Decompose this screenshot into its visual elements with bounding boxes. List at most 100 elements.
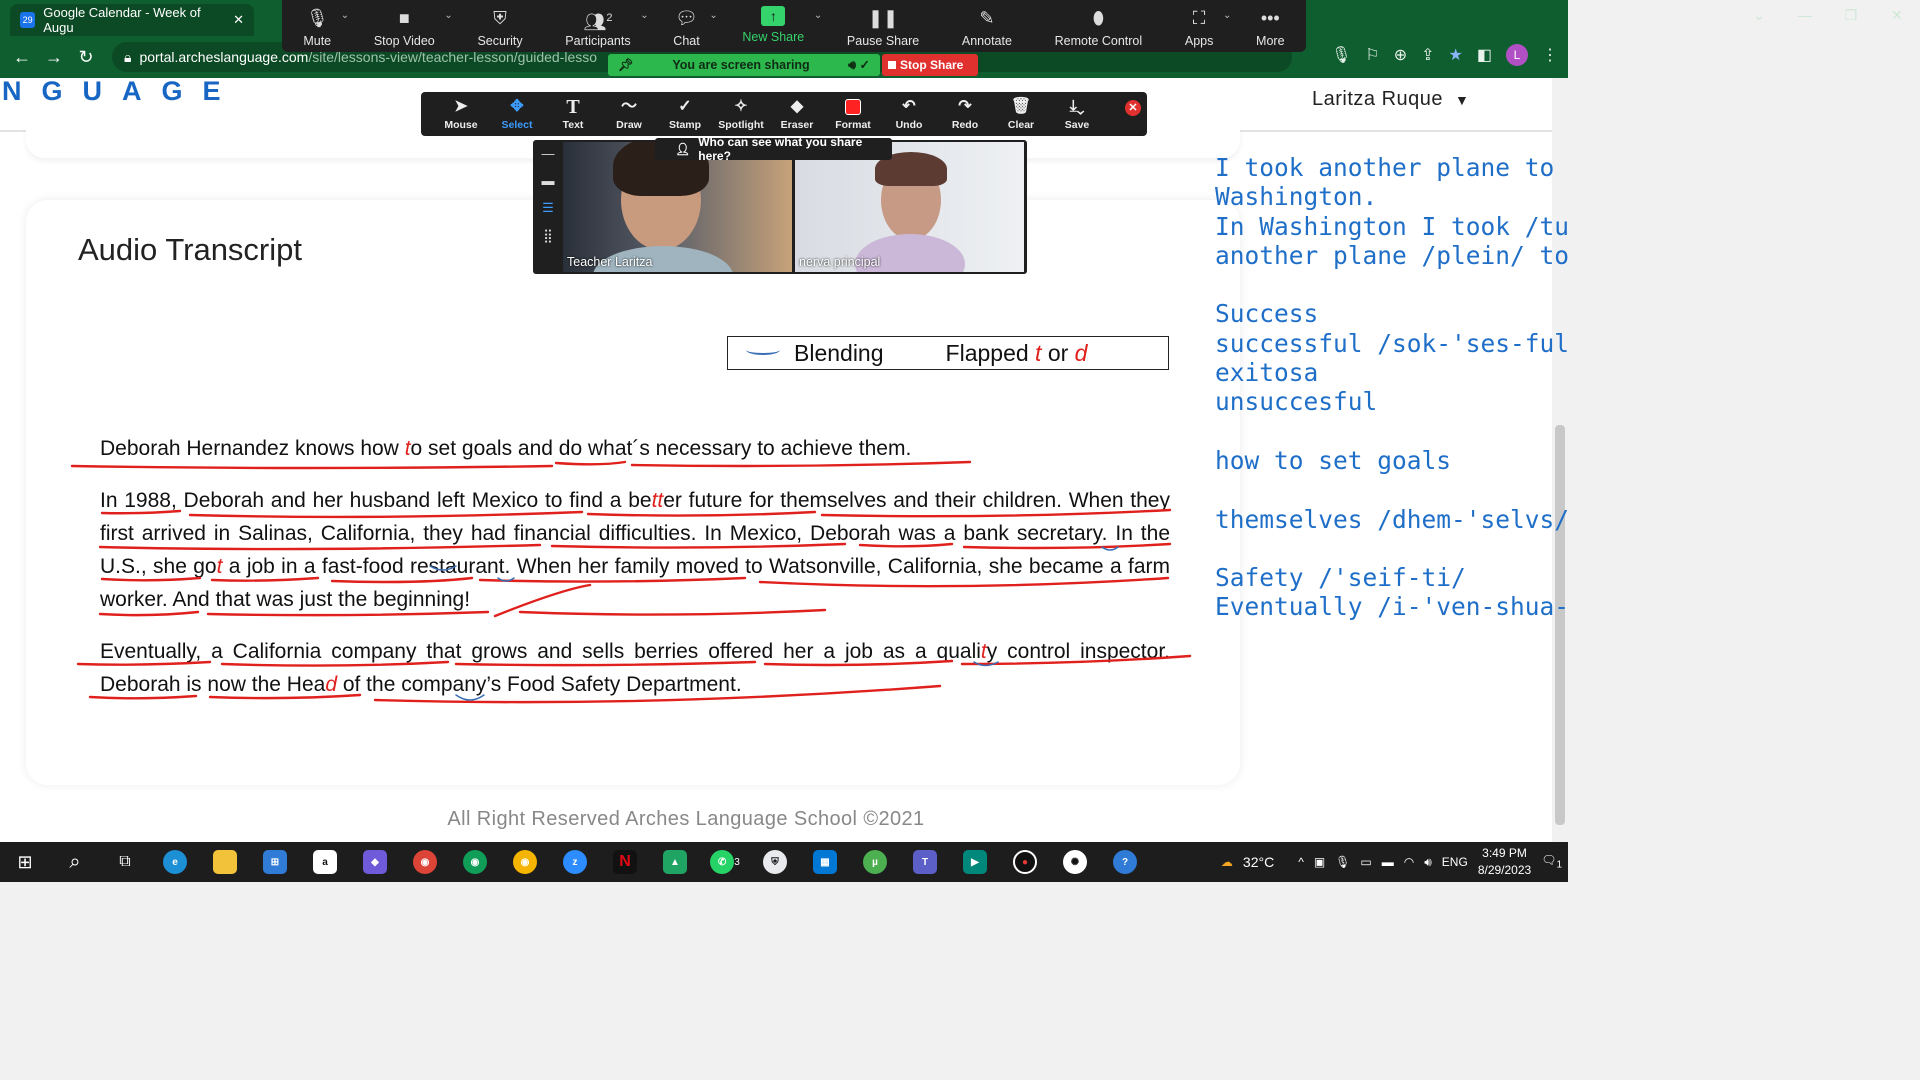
text-run: Deborah Hernandez knows how xyxy=(100,437,405,460)
annotate-tool-draw[interactable]: 〜 Draw xyxy=(601,97,657,131)
share-page-icon[interactable]: ⇪ xyxy=(1421,45,1434,65)
annotate-tool-text[interactable]: T Text xyxy=(545,97,601,131)
annotate-button[interactable]: ✎ Annotate xyxy=(962,6,1012,48)
search-icon[interactable]: ⌕ xyxy=(50,851,100,874)
apps-button[interactable]: ⛶ Apps ⌄ xyxy=(1185,6,1232,48)
pen-icon: ✎ xyxy=(979,8,995,28)
netflix-icon[interactable]: N xyxy=(600,850,650,874)
record-icon[interactable]: ● xyxy=(1000,850,1050,874)
tool-label: Format xyxy=(835,119,871,131)
minimize-video-icon[interactable]: — xyxy=(542,146,555,161)
close-tab-icon[interactable]: ✕ xyxy=(233,12,244,28)
chevron-down-icon[interactable]: ⌄ xyxy=(814,10,822,21)
mute-button[interactable]: 🎙︎ Mute ⌄ xyxy=(303,6,349,48)
weather-icon[interactable]: ☁ xyxy=(1221,855,1233,869)
security-button[interactable]: ⛨ Security xyxy=(477,6,522,48)
bookmark-star-icon[interactable]: ★ xyxy=(1449,45,1463,65)
speaker-icon[interactable]: 🔊︎ ✓ xyxy=(848,57,870,73)
tray-meet-icon[interactable]: ▭ xyxy=(1360,855,1371,869)
edge-icon[interactable]: e xyxy=(150,850,200,874)
chevron-down-icon[interactable]: ⌄ xyxy=(341,10,349,21)
user-menu[interactable]: Laritza Ruque ▼ xyxy=(1312,88,1469,111)
stop-share-button[interactable]: Stop Share xyxy=(882,54,978,76)
google-drive-icon[interactable]: ▲ xyxy=(650,850,700,874)
annotate-tool-select[interactable]: ✥ Select xyxy=(489,97,545,131)
side-panel-icon[interactable]: ◧ xyxy=(1477,45,1492,65)
vpn-icon[interactable]: ⛨ xyxy=(750,850,800,874)
single-view-icon[interactable]: ▬ xyxy=(542,173,555,188)
tool-label: Clear xyxy=(1007,119,1035,131)
annotate-tool-stamp[interactable]: ✓ Stamp xyxy=(657,97,713,131)
chevron-down-icon[interactable]: ⌄ xyxy=(1223,10,1231,21)
minimize-icon[interactable]: — xyxy=(1782,0,1828,30)
who-can-see-banner[interactable]: 👤︎ Who can see what you share here? xyxy=(655,135,892,163)
store-icon[interactable]: ⊞ xyxy=(250,850,300,874)
chevron-down-icon[interactable]: ⌄ xyxy=(709,10,717,21)
zoom-app-icon[interactable]: z xyxy=(550,850,600,874)
calculator-icon[interactable]: ▦ xyxy=(800,850,850,874)
chrome-profile-icon[interactable]: ◉ xyxy=(450,850,500,874)
chrome-profile-icon[interactable]: ◉ xyxy=(500,850,550,874)
browser-menu-icon[interactable]: ⋮ xyxy=(1542,45,1558,65)
tray-device-icon[interactable]: ▣ xyxy=(1314,855,1325,869)
teams-icon[interactable]: T xyxy=(900,850,950,874)
chrome-icon[interactable]: ◉ xyxy=(400,850,450,874)
chevron-down-icon[interactable]: ⌄ xyxy=(444,10,452,21)
copilot-icon[interactable]: ◆ xyxy=(350,850,400,874)
task-view-icon[interactable]: ⧉ xyxy=(100,853,150,871)
close-annotation-icon[interactable]: ✕ xyxy=(1125,100,1141,116)
reload-icon[interactable]: ↻ xyxy=(70,47,102,68)
annotate-tool-spotlight[interactable]: ✧ Spotlight xyxy=(713,97,769,131)
chevron-down-icon[interactable]: ⌄ xyxy=(640,10,648,21)
clock[interactable]: 3:49 PM 8/29/2023 xyxy=(1478,845,1531,879)
button-label: New Share xyxy=(742,30,805,44)
volume-icon[interactable]: 🔊︎ xyxy=(1424,855,1432,870)
battery-icon[interactable]: ▬ xyxy=(1382,855,1394,869)
tool-label: Undo xyxy=(895,119,923,131)
stop-video-button[interactable]: ■ Stop Video ⌄ xyxy=(374,6,453,48)
browser-tab-google-calendar[interactable]: 29 Google Calendar - Week of Augu ✕ xyxy=(10,4,254,36)
chat-button[interactable]: 💬︎ Chat ⌄ xyxy=(673,6,717,48)
input-language[interactable]: ENG xyxy=(1442,855,1468,869)
pin-icon[interactable]: 📌︎ xyxy=(618,58,634,73)
annotate-tool-eraser[interactable]: ◆ Eraser xyxy=(769,97,825,131)
amazon-icon[interactable]: a xyxy=(300,850,350,874)
help-icon[interactable]: ? xyxy=(1100,850,1150,874)
meet-icon[interactable]: ▶ xyxy=(950,850,1000,874)
remote-control-button[interactable]: ⬮ Remote Control xyxy=(1055,6,1143,48)
annotate-tool-clear[interactable]: 🗑︎ Clear xyxy=(993,97,1049,131)
clock-time: 3:49 PM xyxy=(1482,846,1527,860)
forward-arrow-icon[interactable]: → xyxy=(38,47,70,68)
new-share-button[interactable]: ↑ New Share ⌄ xyxy=(742,6,822,44)
translate-icon[interactable]: ⚐ xyxy=(1365,45,1379,65)
annotate-tool-save[interactable]: ⤓⌄ Save xyxy=(1049,97,1105,131)
zoom-lens-icon[interactable]: ⊕ xyxy=(1394,45,1407,65)
annotate-tool-format[interactable]: Format xyxy=(825,97,881,131)
chatgpt-icon[interactable]: ✺ xyxy=(1050,850,1100,874)
gallery-view-icon[interactable]: ⣿ xyxy=(543,228,553,244)
whatsapp-icon[interactable]: ✆ 3 xyxy=(700,850,750,874)
restore-icon[interactable]: ❐ xyxy=(1828,0,1874,30)
annotate-tool-undo[interactable]: ↶ Undo xyxy=(881,97,937,131)
tray-chevron-up-icon[interactable]: ^ xyxy=(1298,855,1304,869)
more-button[interactable]: ••• More xyxy=(1256,6,1284,48)
annotate-tool-mouse[interactable]: ➤ Mouse xyxy=(433,97,489,131)
participants-button[interactable]: 👥︎2 Participants ⌄ xyxy=(565,6,648,48)
tab-search-icon[interactable]: ⌄ xyxy=(1736,0,1782,30)
utorrent-icon[interactable]: µ xyxy=(850,850,900,874)
strip-view-icon[interactable]: ☰ xyxy=(542,200,554,216)
back-arrow-icon[interactable]: ← xyxy=(6,47,38,68)
mic-permission-icon[interactable]: 🎙︎ xyxy=(1331,45,1351,65)
tray-mic-icon[interactable]: 🎙︎ xyxy=(1335,855,1350,869)
notifications-icon[interactable]: 🗨︎1 xyxy=(1541,853,1562,870)
profile-avatar[interactable]: L xyxy=(1506,44,1528,66)
wifi-icon[interactable]: ◠ xyxy=(1404,855,1414,869)
annotate-tool-redo[interactable]: ↷ Redo xyxy=(937,97,993,131)
annotation-toolbar: ➤ Mouse ✥ Select T Text 〜 Draw ✓ Stamp ✧ Spotl… xyxy=(421,92,1147,136)
pause-share-button[interactable]: ❚❚ Pause Share xyxy=(847,6,919,48)
close-window-icon[interactable]: ✕ xyxy=(1874,0,1920,30)
start-windows-icon[interactable]: ⊞ xyxy=(0,852,50,873)
file-explorer-icon[interactable] xyxy=(200,850,250,874)
trash-icon: 🗑︎ xyxy=(1010,98,1032,115)
text-run: a job in a fast-food restaurant. When he… xyxy=(100,555,1170,611)
